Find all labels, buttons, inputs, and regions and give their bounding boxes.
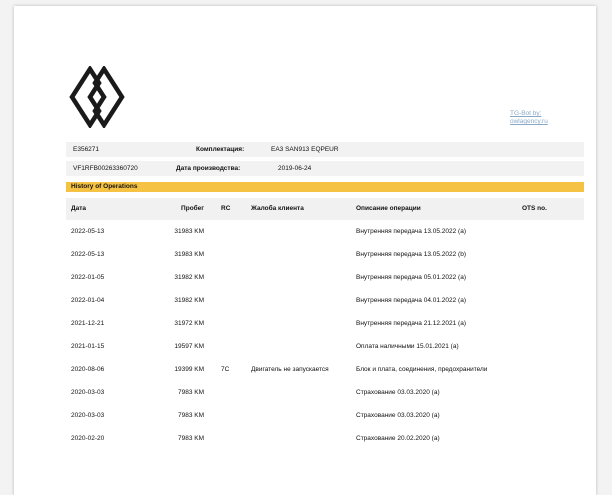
cell-date: 2022-05-13 [71,228,105,235]
table-row: 2022-01-04 31982 KM Внутренняя передача 04… [66,289,584,312]
credit-line-1: TG-Bot by: [510,110,542,117]
cell-date: 2020-03-03 [71,412,105,419]
table-row: 2022-05-13 31983 KM Внутренняя передача 13… [66,243,584,266]
operations-table: Дата Пробег RC Жалоба клиента Описание о… [66,198,584,450]
production-date-label: Дата производства: [176,165,241,172]
header-ots: OTS no. [522,205,547,212]
section-header: History of Operations [66,182,584,192]
header-mileage: Пробег [181,205,204,212]
cell-date: 2020-02-20 [71,435,105,442]
table-row: 2020-03-03 7983 KM Страхование 03.03.2020 … [66,404,584,427]
document-page: TG-Bot by: owlagency.ru E356271 Комплект… [14,6,596,495]
renault-logo-icon [66,66,128,128]
table-row: 2021-01-15 19597 KM Оплата наличными 15.01… [66,335,584,358]
vehicle-info-row-2: VF1RFB00263360720 Дата производства: 201… [66,161,584,176]
cell-mileage: 7983 KM [177,435,204,442]
table-row: 2020-02-20 7983 KM Страхование 20.02.2020 … [66,427,584,450]
production-date-value: 2019-06-24 [278,165,312,172]
header-complaint: Жалоба клиента [251,205,304,212]
cell-mileage: 7983 KM [177,389,204,396]
vehicle-vin: VF1RFB00263360720 [73,165,138,172]
cell-description: Страхование 03.03.2020 (a) [356,389,440,396]
cell-mileage: 19399 KM [174,366,204,373]
cell-mileage: 7983 KM [177,412,204,419]
header-description: Описание операции [356,205,421,212]
cell-date: 2021-01-15 [71,343,105,350]
section-title: History of Operations [71,183,138,190]
cell-description: Страхование 20.02.2020 (a) [356,435,440,442]
cell-mileage: 31982 KM [174,274,204,281]
vehicle-info-row-1: E356271 Комплектация: EA3 SAN913 EQPEUR [66,142,584,157]
cell-description: Блок и плата, соединения, предохранители [356,366,488,373]
cell-mileage: 31982 KM [174,297,204,304]
cell-description: Внутренняя передача 13.05.2022 (a) [356,228,466,235]
cell-complaint: Двигатель не запускается [251,366,329,373]
credit-line-2: owlagency.ru [510,118,548,125]
cell-description: Внутренняя передача 05.01.2022 (a) [356,274,466,281]
cell-mileage: 31983 KM [174,228,204,235]
table-header-row: Дата Пробег RC Жалоба клиента Описание о… [66,198,584,220]
table-row: 2022-05-13 31983 KM Внутренняя передача 13… [66,220,584,243]
trim-label: Комплектация: [196,146,245,153]
cell-rc: 7C [221,366,230,373]
cell-description: Внутренняя передача 04.01.2022 (a) [356,297,466,304]
cell-mileage: 31983 KM [174,251,204,258]
trim-value: EA3 SAN913 EQPEUR [271,146,339,153]
cell-date: 2021-12-21 [71,320,105,327]
cell-date: 2022-01-04 [71,297,105,304]
vehicle-code: E356271 [73,146,100,153]
header-date: Дата [71,205,87,212]
cell-date: 2022-01-05 [71,274,105,281]
cell-date: 2020-03-03 [71,389,105,396]
table-row: 2021-12-21 31972 KM Внутренняя передача 21… [66,312,584,335]
cell-description: Страхование 03.03.2020 (a) [356,412,440,419]
table-row: 2020-08-06 19399 KM 7C Двигатель не запуска… [66,358,584,381]
table-row: 2022-01-05 31982 KM Внутренняя передача 05… [66,266,584,289]
cell-date: 2022-05-13 [71,251,105,258]
table-row: 2020-03-03 7983 KM Страхование 03.03.2020 … [66,381,584,404]
table-body: 2022-05-13 31983 KM Внутренняя передача 13… [66,220,584,450]
cell-description: Внутренняя передача 21.12.2021 (a) [356,320,466,327]
cell-mileage: 31972 KM [174,320,204,327]
cell-description: Внутренняя передача 13.05.2022 (b) [356,251,466,258]
cell-mileage: 19597 KM [174,343,204,350]
header-rc: RC [221,205,231,212]
cell-description: Оплата наличными 15.01.2021 (a) [356,343,459,350]
cell-date: 2020-08-06 [71,366,105,373]
credit-link[interactable]: TG-Bot by: owlagency.ru [510,110,548,126]
